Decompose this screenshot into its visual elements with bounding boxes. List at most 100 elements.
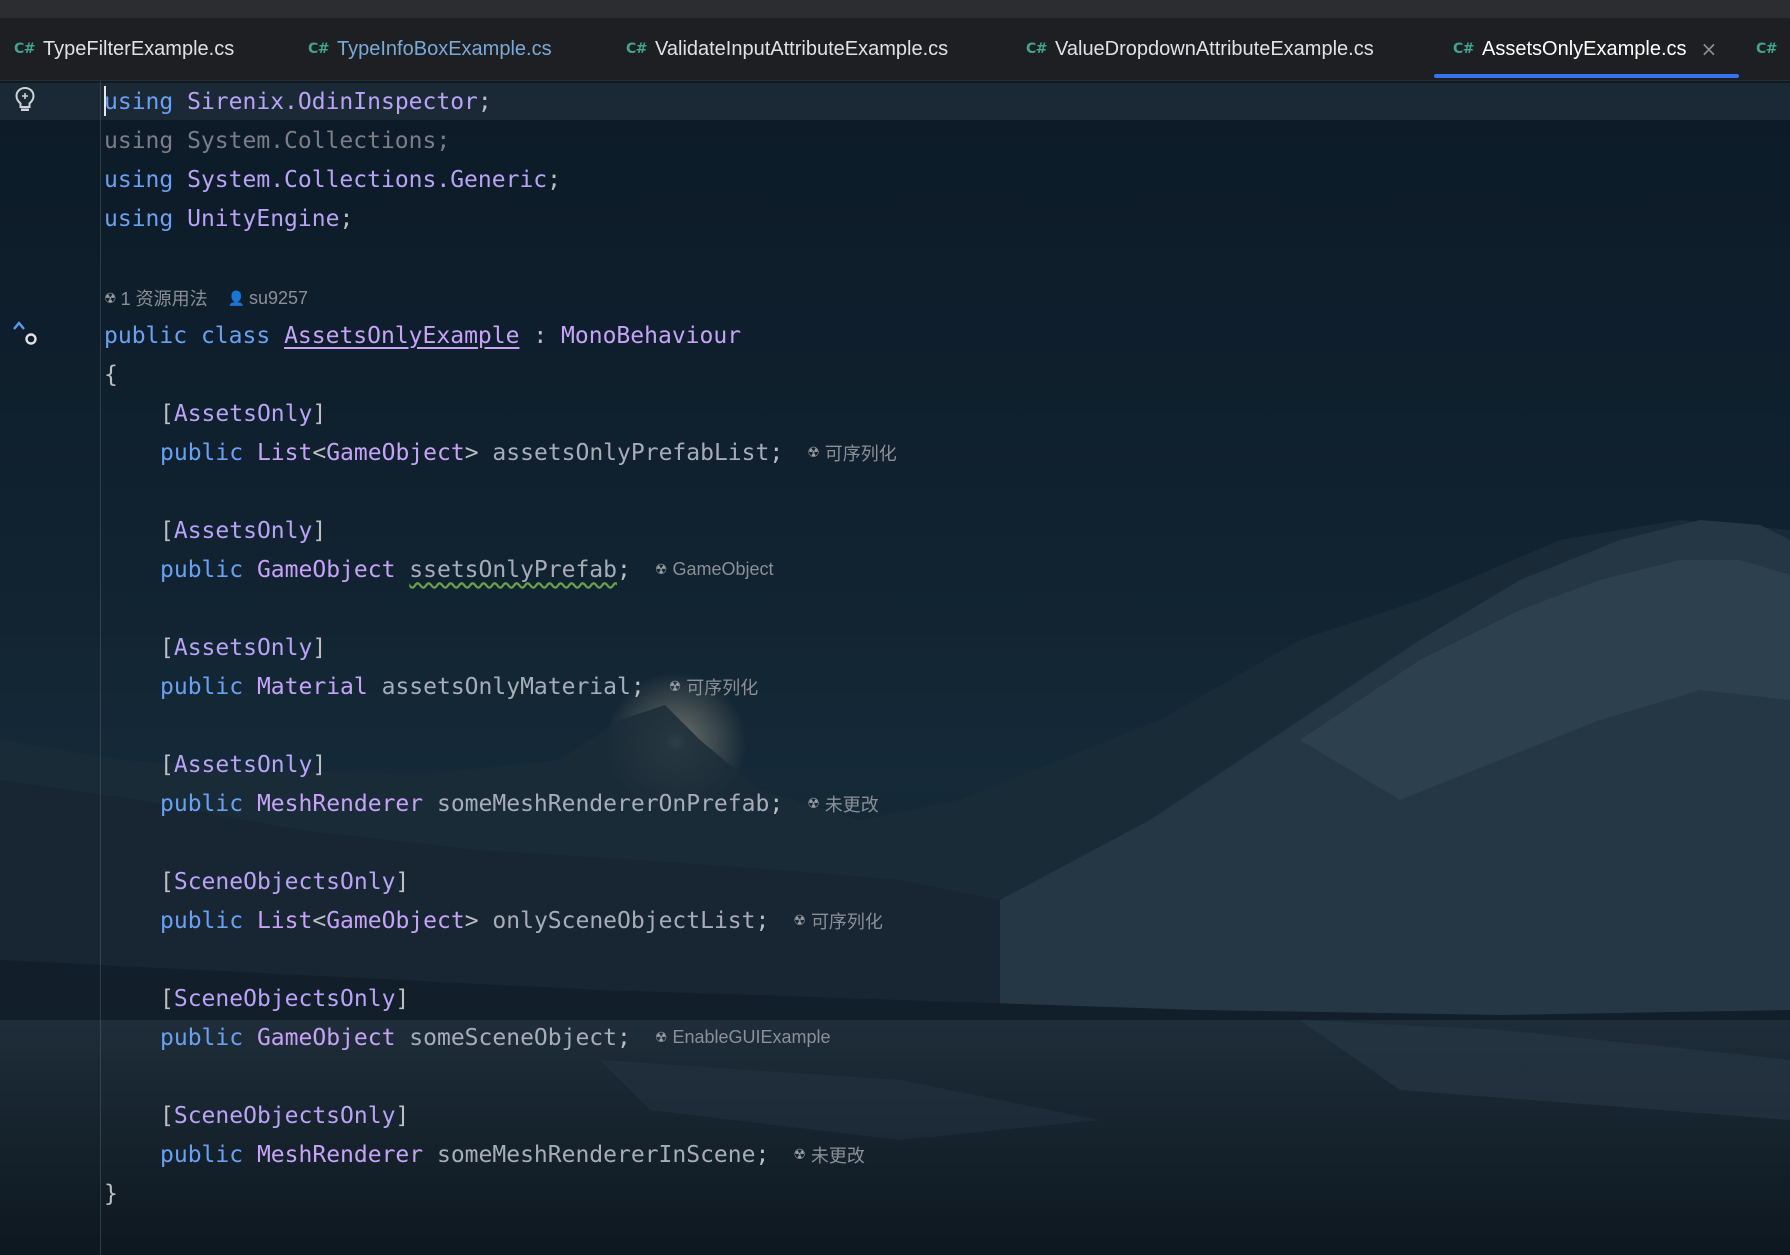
generic-type: GameObject: [326, 439, 465, 466]
attribute-line: [SceneObjectsOnly]: [160, 862, 409, 901]
bracket: [: [160, 1102, 174, 1129]
bracket: ]: [312, 634, 327, 661]
inlay-hint[interactable]: ☢ GameObject: [655, 559, 774, 580]
semicolon: ;: [755, 1141, 770, 1168]
code-line: {: [104, 355, 118, 394]
csharp-file-icon: C#: [14, 41, 36, 57]
inlay-hint-text: 未更改: [824, 794, 879, 815]
inlay-hint[interactable]: ☢ 未更改: [807, 791, 879, 817]
implemented-up-icon[interactable]: [10, 319, 40, 349]
field-declaration: public List < GameObject > onlySceneObjectL…: [160, 901, 883, 940]
unity-icon: ☢: [793, 1146, 806, 1162]
code-line: using Sirenix.OdinInspector;: [104, 82, 492, 121]
tab-typeinfoboxexample[interactable]: C# TypeInfoBoxExample.cs: [308, 18, 552, 80]
tab-assetsonlyexample[interactable]: C# AssetsOnlyExample.cs ×: [1453, 18, 1717, 80]
code-line: using System.Collections.Generic;: [104, 160, 561, 199]
inlay-hint-text: 可序列化: [810, 911, 883, 932]
keyword: using: [104, 166, 174, 193]
keyword: public: [160, 1024, 244, 1051]
csharp-file-icon: C#: [1756, 41, 1778, 57]
class-declaration: public class AssetsOnlyExample : MonoBeh…: [104, 316, 741, 355]
inlay-hint-text: 可序列化: [686, 677, 759, 698]
csharp-file-icon: C#: [626, 41, 648, 57]
inlay-hint-text: GameObject: [672, 559, 774, 579]
inlay-hint[interactable]: ☢ 可序列化: [807, 440, 897, 466]
tab-valuedropdownattributeexample[interactable]: C# ValueDropdownAttributeExample.cs: [1026, 18, 1374, 80]
tab-typefilterexample[interactable]: C# TypeFilterExample.cs: [14, 18, 234, 80]
inlay-hint[interactable]: ☢ 可序列化: [669, 674, 759, 700]
user-icon: 👤: [227, 289, 246, 306]
bracket: [: [160, 985, 174, 1012]
attribute-name: SceneObjectsOnly: [173, 1102, 396, 1129]
field-declaration: public Material assetsOnlyMaterial; ☢ 可序列化: [160, 667, 758, 706]
field-declaration: public MeshRenderer someMeshRendererOnPr…: [160, 784, 879, 823]
semicolon: ;: [477, 88, 492, 115]
field-name: ssetsOnlyPrefab: [409, 556, 618, 583]
semicolon: ;: [339, 205, 354, 232]
bracket: [: [160, 517, 174, 544]
lightbulb-icon[interactable]: [14, 86, 36, 114]
attribute-line: [SceneObjectsOnly]: [160, 1096, 409, 1135]
usages-link[interactable]: 1 资源用法: [121, 285, 208, 311]
angle-bracket: <: [312, 439, 327, 466]
tab-validateinputattributeexample[interactable]: C# ValidateInputAttributeExample.cs: [626, 18, 948, 80]
tab-label: TypeFilterExample.cs: [43, 37, 235, 60]
angle-bracket: <: [312, 907, 327, 934]
attribute-name: AssetsOnly: [173, 751, 313, 778]
bracket: ]: [312, 400, 327, 427]
inlay-hint[interactable]: ☢ EnableGUIExample: [655, 1027, 831, 1048]
attribute-line: [AssetsOnly]: [160, 628, 326, 667]
field-type: MeshRenderer: [256, 1141, 424, 1168]
close-brace: }: [104, 1180, 118, 1207]
angle-bracket: >: [464, 907, 479, 934]
field-type: MeshRenderer: [256, 790, 424, 817]
keyword: public: [160, 439, 244, 466]
semicolon: ;: [769, 439, 784, 466]
keyword: public: [160, 790, 244, 817]
ide-window: C# TypeFilterExample.cs C# TypeInfoBoxEx…: [0, 0, 1790, 1255]
field-name: someMeshRendererInScene: [436, 1141, 756, 1168]
semicolon: ;: [617, 556, 631, 583]
inlay-hint[interactable]: ☢ 未更改: [793, 1142, 865, 1168]
field-declaration: public GameObject ssetsOnlyPrefab; ☢ GameO…: [160, 550, 773, 589]
namespace: System.Collections.Generic: [187, 166, 548, 193]
field-type: GameObject: [256, 556, 396, 583]
bracket: ]: [312, 517, 327, 544]
field-name: assetsOnlyPrefabList: [492, 439, 770, 466]
angle-bracket: >: [464, 439, 479, 466]
close-icon[interactable]: ×: [1701, 37, 1718, 61]
namespace: UnityEngine: [187, 205, 340, 232]
tab-next-file[interactable]: C#: [1756, 18, 1785, 80]
attribute-name: AssetsOnly: [173, 517, 313, 544]
keyword: public: [160, 1141, 244, 1168]
keyword: public: [160, 556, 244, 583]
inlay-hint-text: EnableGUIExample: [672, 1027, 831, 1047]
attribute-line: [SceneObjectsOnly]: [160, 979, 409, 1018]
attribute-line: [AssetsOnly]: [160, 745, 326, 784]
field-declaration: public GameObject someSceneObject; ☢ Enabl…: [160, 1018, 831, 1057]
attribute-name: AssetsOnly: [173, 400, 313, 427]
bracket: ]: [395, 985, 410, 1012]
attribute-line: [AssetsOnly]: [160, 511, 326, 550]
field-type: Material: [256, 673, 368, 700]
field-name: someSceneObject: [409, 1024, 618, 1051]
code-line: using UnityEngine;: [104, 199, 353, 238]
bracket: [: [160, 634, 174, 661]
csharp-file-icon: C#: [308, 41, 330, 57]
text-caret: [104, 86, 106, 116]
field-declaration: public List < GameObject > assetsOnlyPrefab…: [160, 433, 897, 472]
field-declaration: public MeshRenderer someMeshRendererInSc…: [160, 1135, 865, 1174]
author-label[interactable]: su9257: [249, 288, 308, 309]
bracket: ]: [395, 868, 410, 895]
code-line: using System.Collections;: [104, 121, 450, 160]
semicolon: ;: [630, 673, 645, 700]
unity-icon: ☢: [807, 444, 820, 460]
keyword: class: [200, 322, 271, 349]
field-name: onlySceneObjectList: [492, 907, 756, 934]
inlay-hint[interactable]: ☢ 可序列化: [793, 908, 883, 934]
namespace: Sirenix.OdinInspector: [187, 88, 478, 115]
tab-label: AssetsOnlyExample.cs: [1482, 37, 1687, 60]
unity-icon: ☢: [668, 678, 682, 694]
bracket: ]: [312, 751, 327, 778]
attribute-line: [AssetsOnly]: [160, 394, 326, 433]
